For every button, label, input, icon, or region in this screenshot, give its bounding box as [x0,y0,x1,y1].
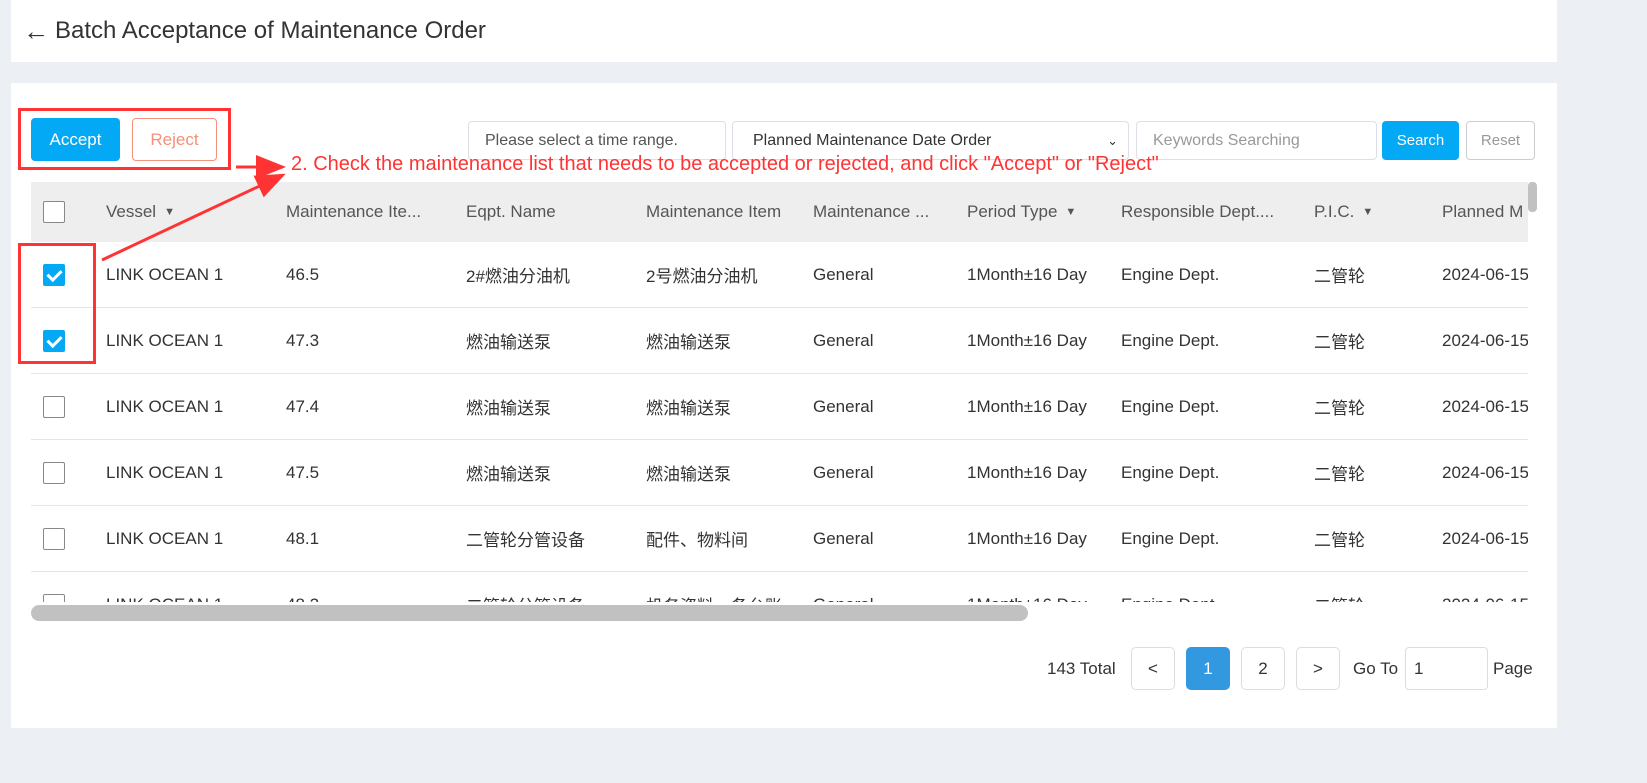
arrow-to-checkboxes [101,173,286,262]
annotation-arrows [101,155,286,262]
